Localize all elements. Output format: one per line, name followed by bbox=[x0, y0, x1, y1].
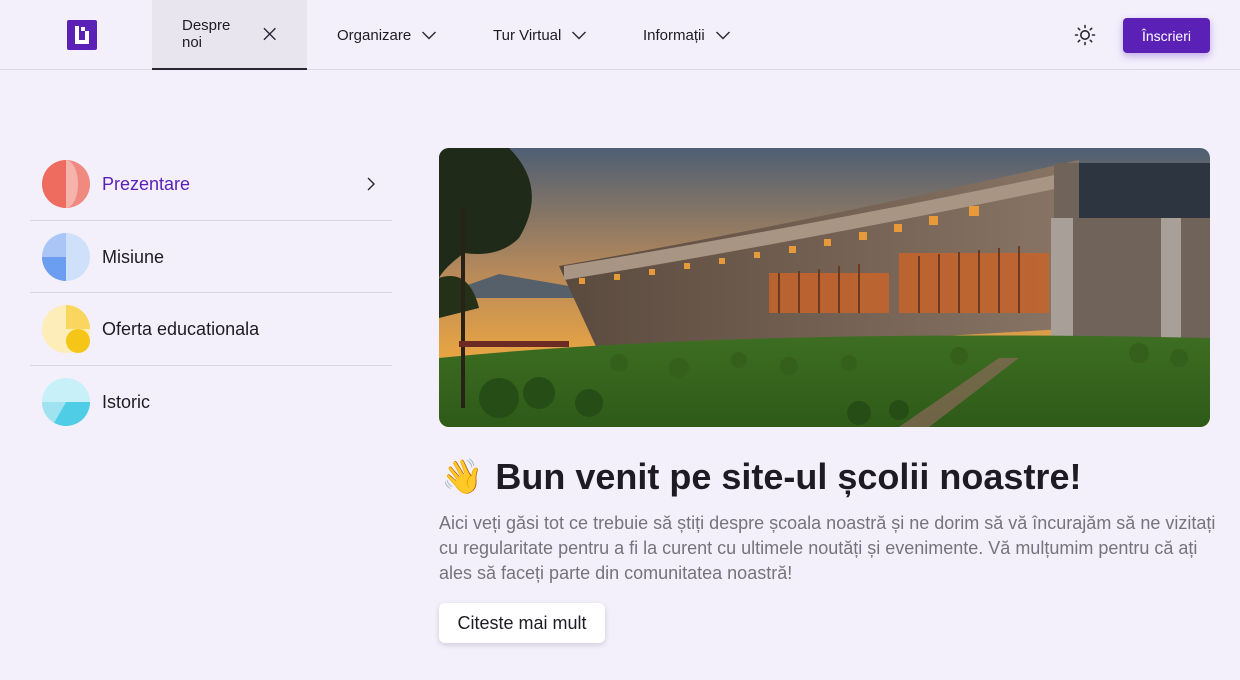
sun-icon bbox=[1074, 24, 1096, 46]
sidebar-item-prezentare[interactable]: Prezentare bbox=[30, 148, 392, 221]
presentation-pie-icon bbox=[42, 160, 90, 208]
chevron-down-icon bbox=[572, 31, 587, 40]
sidebar-item-istoric[interactable]: Istoric bbox=[30, 366, 392, 439]
top-navbar: Despre noi Organizare Tur Virtual Inform… bbox=[0, 0, 1240, 70]
nav-tab-tur-virtual[interactable]: Tur Virtual bbox=[493, 0, 587, 70]
signup-button[interactable]: Înscrieri bbox=[1123, 18, 1210, 53]
chevron-right-icon bbox=[367, 177, 375, 191]
nav-tab-label: Informații bbox=[643, 26, 705, 44]
campus-building-sunset-photo bbox=[439, 148, 1210, 427]
nav-tab-despre-noi[interactable]: Despre noi bbox=[152, 0, 307, 70]
welcome-title-text: Bun venit pe site-ul școlii noastre! bbox=[495, 456, 1082, 497]
theme-toggle-button[interactable] bbox=[1072, 22, 1098, 48]
sidebar-item-label: Oferta educationala bbox=[102, 319, 260, 339]
nav-tab-organizare[interactable]: Organizare bbox=[337, 0, 437, 70]
welcome-title: 👋 Bun venit pe site-ul școlii noastre! bbox=[441, 456, 1081, 498]
chevron-down-icon bbox=[715, 31, 730, 40]
read-more-button[interactable]: Citeste mai mult bbox=[439, 603, 605, 643]
education-pie-icon bbox=[42, 305, 90, 353]
nav-tab-label: Organizare bbox=[337, 26, 412, 44]
sidebar-menu: Prezentare Misiune Oferta educationala I… bbox=[30, 148, 392, 438]
sidebar-item-label: Prezentare bbox=[102, 174, 191, 194]
mission-pie-icon bbox=[42, 232, 90, 281]
chevron-down-icon bbox=[422, 31, 437, 40]
history-pie-icon bbox=[42, 377, 90, 426]
sidebar-item-label: Istoric bbox=[102, 391, 151, 412]
university-logo-icon[interactable] bbox=[67, 20, 97, 50]
welcome-description: Aici veți găsi tot ce trebuie să știți d… bbox=[439, 513, 1216, 583]
sidebar-item-misiune[interactable]: Misiune bbox=[30, 221, 392, 293]
sidebar-item-label: Misiune bbox=[102, 246, 165, 267]
nav-tab-label: Tur Virtual bbox=[493, 26, 562, 44]
sidebar-item-oferta-educationala[interactable]: Oferta educationala bbox=[30, 293, 392, 366]
nav-tab-informatii[interactable]: Informații bbox=[643, 0, 731, 70]
nav-tab-label: Despre noi bbox=[182, 17, 231, 51]
close-icon[interactable] bbox=[262, 26, 277, 42]
waving-hand-icon: 👋 bbox=[441, 458, 484, 496]
